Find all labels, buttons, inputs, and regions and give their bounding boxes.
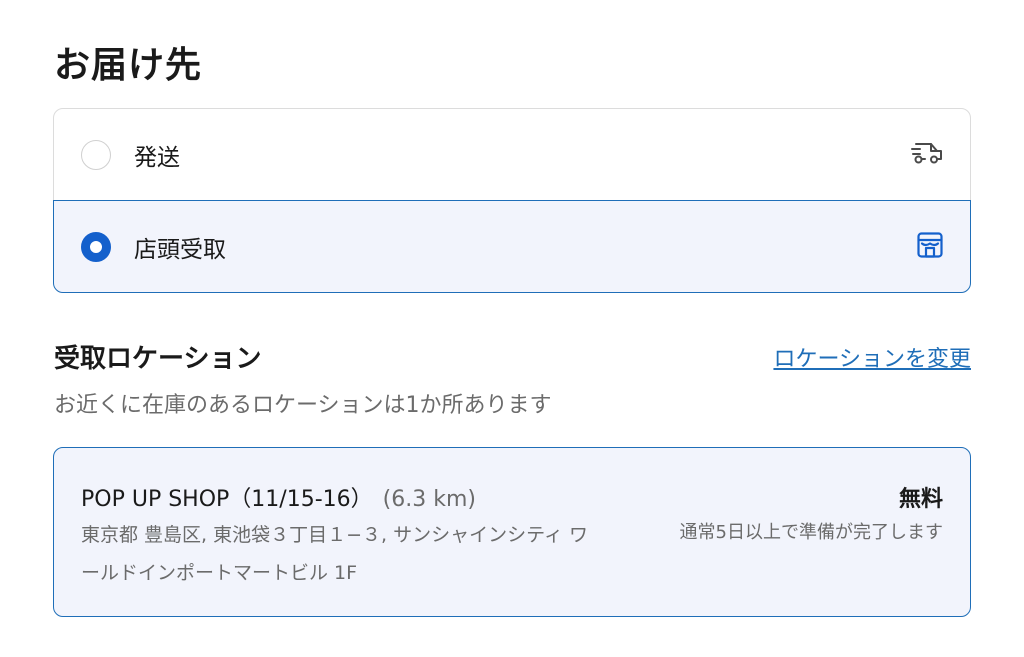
store-icon (916, 231, 944, 263)
pickup-location-title: 受取ロケーション (54, 344, 262, 374)
location-name-row: POP UP SHOP（11/15-16） (6.3 km) (81, 481, 476, 513)
change-location-link[interactable]: ロケーションを変更 (773, 341, 971, 373)
location-distance: (6.3 km) (382, 487, 476, 512)
pickup-price: 無料 (898, 487, 943, 512)
delivery-option-pickup[interactable]: 店頭受取 (53, 200, 971, 293)
pickup-label: 店頭受取 (134, 236, 226, 263)
delivery-method-group: 発送 店頭受取 (53, 108, 971, 293)
delivery-option-shipping[interactable]: 発送 (54, 109, 970, 200)
shipping-radio[interactable] (81, 139, 111, 170)
delivery-title: お届け先 (54, 45, 203, 86)
pickup-radio[interactable] (81, 231, 111, 262)
location-address: 東京都 豊島区, 東池袋３丁目１−３, サンシャインシティ ワールドインポートマ… (81, 524, 589, 584)
shipping-label: 発送 (134, 144, 180, 171)
pickup-ready-time: 通常5日以上で準備が完了します (679, 522, 943, 543)
truck-icon (910, 140, 944, 170)
location-card[interactable]: POP UP SHOP（11/15-16） (6.3 km) 東京都 豊島区, 東… (53, 447, 971, 617)
location-name: POP UP SHOP（11/15-16） (81, 487, 373, 512)
location-availability-text: お近くに在庫のあるロケーションは1か所あります (54, 393, 552, 418)
